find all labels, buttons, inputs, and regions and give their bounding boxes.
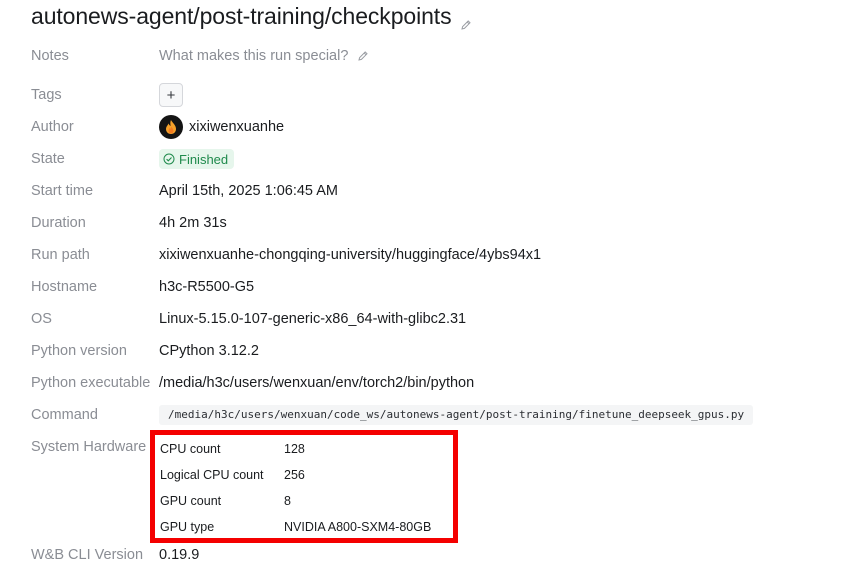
python-version-row: Python version CPython 3.12.2 — [31, 339, 259, 363]
run-path-value[interactable]: xixiwenxuanhe-chongqing-university/huggi… — [159, 247, 541, 263]
run-title-text: autonews-agent/post-training/checkpoints — [31, 2, 452, 29]
command-label: Command — [31, 407, 98, 423]
highlight-box — [150, 430, 458, 543]
cli-version-value: 0.19.9 — [159, 547, 200, 563]
start-time-row: Start time April 15th, 2025 1:06:45 AM — [31, 179, 338, 203]
python-executable-row: Python executable /media/h3c/users/wenxu… — [31, 371, 474, 395]
python-version-value: CPython 3.12.2 — [159, 343, 259, 359]
hostname-label: Hostname — [31, 279, 98, 295]
notes-label: Notes — [31, 48, 69, 64]
python-executable-label: Python executable — [31, 375, 151, 391]
python-version-label: Python version — [31, 343, 127, 359]
author-value[interactable]: xixiwenxuanhe — [159, 115, 284, 139]
system-hardware-label: System Hardware — [31, 439, 147, 455]
state-row: State Finished — [31, 147, 235, 171]
duration-row: Duration 4h 2m 31s — [31, 211, 227, 235]
check-circle-icon — [163, 153, 175, 165]
start-time-label: Start time — [31, 183, 94, 199]
notes-placeholder: What makes this run special? — [159, 48, 349, 64]
start-time-value: April 15th, 2025 1:06:45 AM — [159, 183, 338, 199]
flame-icon — [166, 120, 176, 134]
pencil-icon[interactable] — [357, 50, 369, 62]
run-overview-page: autonews-agent/post-training/checkpoints… — [0, 0, 844, 582]
author-label: Author — [31, 119, 74, 135]
add-tag-button[interactable]: + — [159, 83, 183, 107]
tags-label: Tags — [31, 87, 62, 103]
duration-label: Duration — [31, 215, 86, 231]
command-value[interactable]: /media/h3c/users/wenxuan/code_ws/autonew… — [159, 405, 754, 425]
run-path-label: Run path — [31, 247, 90, 263]
system-hardware-row: System Hardware — [31, 435, 159, 459]
hostname-row: Hostname h3c-R5500-G5 — [31, 275, 254, 299]
os-value: Linux-5.15.0-107-generic-x86_64-with-gli… — [159, 311, 467, 327]
pencil-icon[interactable] — [460, 10, 472, 30]
cli-version-label: W&B CLI Version — [31, 547, 144, 563]
notes-field[interactable]: What makes this run special? — [159, 48, 369, 64]
notes-row: Notes What makes this run special? — [31, 44, 369, 68]
hostname-value: h3c-R5500-G5 — [159, 279, 255, 295]
tags-row: Tags + — [31, 83, 183, 107]
run-title: autonews-agent/post-training/checkpoints — [31, 0, 472, 32]
author-name: xixiwenxuanhe — [189, 119, 285, 135]
python-executable-value: /media/h3c/users/wenxuan/env/torch2/bin/… — [159, 375, 475, 391]
command-row: Command /media/h3c/users/wenxuan/code_ws… — [31, 403, 754, 427]
avatar[interactable] — [159, 115, 183, 139]
run-path-row: Run path xixiwenxuanhe-chongqing-univers… — [31, 243, 541, 267]
cli-version-row: W&B CLI Version 0.19.9 — [31, 543, 199, 567]
status-text: Finished — [179, 151, 229, 167]
os-row: OS Linux-5.15.0-107-generic-x86_64-with-… — [31, 307, 466, 331]
state-label: State — [31, 151, 65, 167]
os-label: OS — [31, 311, 52, 327]
author-row: Author xixiwenxuanhe — [31, 115, 284, 139]
status-badge: Finished — [159, 149, 235, 169]
duration-value: 4h 2m 31s — [159, 215, 227, 231]
